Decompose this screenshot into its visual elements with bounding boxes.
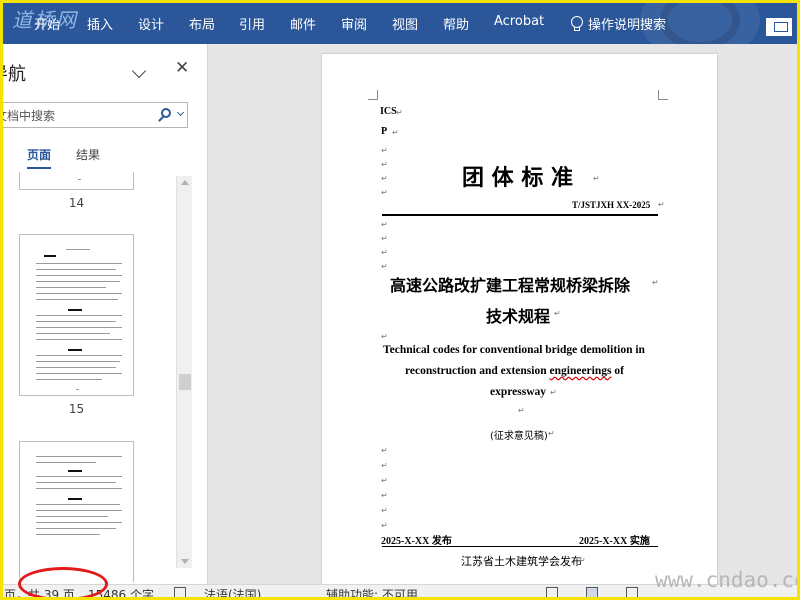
- title-en-line1: Technical codes for conventional bridge …: [383, 344, 645, 356]
- p-label: P: [381, 126, 388, 137]
- tab-layout[interactable]: 布局: [189, 14, 215, 33]
- scrollbar-thumb[interactable]: [179, 374, 191, 390]
- paragraph-mark: ↵: [381, 476, 388, 485]
- tab-help[interactable]: 帮助: [443, 14, 469, 33]
- page-thumbnail[interactable]: [19, 441, 134, 582]
- tab-view[interactable]: 视图: [392, 14, 418, 33]
- paragraph-mark: ↵: [381, 262, 388, 271]
- paragraph-mark: ↵: [658, 200, 665, 209]
- tab-home[interactable]: 开始: [34, 14, 60, 33]
- lightbulb-icon: [570, 16, 583, 31]
- scroll-down-arrow-icon[interactable]: [181, 559, 189, 564]
- publisher: 江苏省土木建筑学会发布: [461, 555, 582, 568]
- read-mode-icon[interactable]: [546, 587, 558, 598]
- document-page[interactable]: ICS ↵ P ↵ ↵ ↵ ↵ ↵ 团 体 标 准 ↵ T/JSTJXH XX-…: [322, 54, 717, 584]
- paragraph-mark: ↵: [396, 108, 403, 117]
- paragraph-mark: ↵: [550, 388, 557, 397]
- language-status[interactable]: 法语(法国): [204, 586, 261, 600]
- paragraph-mark: ↵: [381, 174, 388, 183]
- title-en-line3: expressway: [490, 386, 547, 398]
- standard-code: T/JSTJXH XX-2025: [572, 200, 651, 210]
- tab-pages[interactable]: 页面: [27, 146, 52, 169]
- spellcheck-word[interactable]: engineerings: [550, 365, 612, 377]
- paragraph-mark: ↵: [548, 429, 555, 438]
- tab-design[interactable]: 设计: [138, 14, 164, 33]
- tab-insert[interactable]: 插入: [87, 14, 113, 33]
- nav-title-text: 导航: [0, 64, 26, 85]
- tab-results[interactable]: 结果: [76, 146, 100, 163]
- paragraph-mark: ↵: [381, 506, 388, 515]
- ribbon-decoration: [660, 0, 740, 44]
- chevron-down-icon[interactable]: [131, 63, 147, 79]
- paragraph-mark: ↵: [381, 220, 388, 229]
- paragraph-mark: ↵: [392, 128, 399, 137]
- paragraph-mark: ↵: [381, 248, 388, 257]
- share-icon: [774, 22, 788, 32]
- annotation-ellipse: [18, 567, 108, 600]
- nav-search-box[interactable]: [0, 102, 188, 128]
- close-icon[interactable]: ✕: [175, 60, 189, 77]
- site-watermark: www.cndao.com: [655, 568, 800, 592]
- title-en-line2-c: of: [611, 365, 624, 377]
- paragraph-mark: ↵: [381, 446, 388, 455]
- tab-mailings[interactable]: 邮件: [290, 14, 316, 33]
- tab-references[interactable]: 引用: [239, 14, 265, 33]
- tab-acrobat[interactable]: Acrobat: [494, 14, 544, 29]
- title-en-line2-a: reconstruction and extension: [405, 365, 550, 377]
- margin-corner-mark: [368, 90, 378, 100]
- proofing-icon[interactable]: [174, 587, 186, 598]
- page-thumbnail[interactable]: [19, 172, 134, 190]
- draft-note: (征求意见稿): [490, 431, 548, 442]
- publish-date: 2025-X-XX 发布: [381, 536, 452, 547]
- dropdown-arrow-icon[interactable]: [176, 108, 185, 117]
- paragraph-mark: ↵: [381, 521, 388, 530]
- print-layout-icon[interactable]: [586, 587, 598, 598]
- paragraph-mark: ↵: [381, 146, 388, 155]
- web-layout-icon[interactable]: [626, 587, 638, 598]
- thumbnail-page-number: 14: [68, 196, 85, 210]
- tab-review[interactable]: 审阅: [341, 14, 367, 33]
- footer-rule: [382, 546, 658, 547]
- document-canvas: ICS ↵ P ↵ ↵ ↵ ↵ ↵ 团 体 标 准 ↵ T/JSTJXH XX-…: [209, 44, 797, 584]
- thumbnail-page-number: 15: [68, 402, 85, 416]
- paragraph-mark: ↵: [554, 309, 561, 318]
- paragraph-mark: ↵: [579, 556, 586, 565]
- search-icon[interactable]: [161, 108, 171, 118]
- ribbon-tab-bar: 道桥网 开始 插入 设计 布局 引用 邮件 审阅 视图 帮助 Acrobat 操…: [0, 0, 800, 44]
- standard-type-heading: 团 体 标 准: [462, 166, 573, 191]
- title-cn-line1: 高速公路改扩建工程常规桥梁拆除: [390, 276, 631, 295]
- margin-corner-mark: [658, 90, 668, 100]
- ics-label: ICS: [380, 106, 397, 117]
- paragraph-mark: ↵: [652, 278, 659, 287]
- header-rule: [382, 214, 658, 216]
- scroll-up-arrow-icon[interactable]: [181, 180, 189, 185]
- paragraph-mark: ↵: [518, 406, 525, 415]
- nav-pane-title: 导航: [0, 60, 26, 86]
- paragraph-mark: ↵: [593, 174, 600, 183]
- paragraph-mark: ↵: [381, 160, 388, 169]
- paragraph-mark: ↵: [381, 332, 388, 341]
- page-thumbnails: 14 15: [0, 172, 192, 582]
- paragraph-mark: ↵: [381, 188, 388, 197]
- navigation-pane: 导航 ✕ 页面 结果 14: [0, 44, 208, 584]
- tell-me-label: 操作说明搜索: [588, 18, 667, 33]
- paragraph-mark: ↵: [381, 234, 388, 243]
- thumbnail-scrollbar[interactable]: [176, 176, 192, 568]
- paragraph-mark: ↵: [381, 491, 388, 500]
- accessibility-status[interactable]: 辅助功能: 不可用: [326, 586, 418, 600]
- page-thumbnail[interactable]: [19, 234, 134, 396]
- tell-me-search[interactable]: 操作说明搜索: [570, 14, 666, 33]
- paragraph-mark: ↵: [381, 461, 388, 470]
- search-input[interactable]: [0, 103, 141, 127]
- implement-date: 2025-X-XX 实施: [579, 536, 650, 547]
- title-en-line2: reconstruction and extension engineering…: [405, 365, 624, 377]
- title-cn-line2: 技术规程: [486, 307, 551, 326]
